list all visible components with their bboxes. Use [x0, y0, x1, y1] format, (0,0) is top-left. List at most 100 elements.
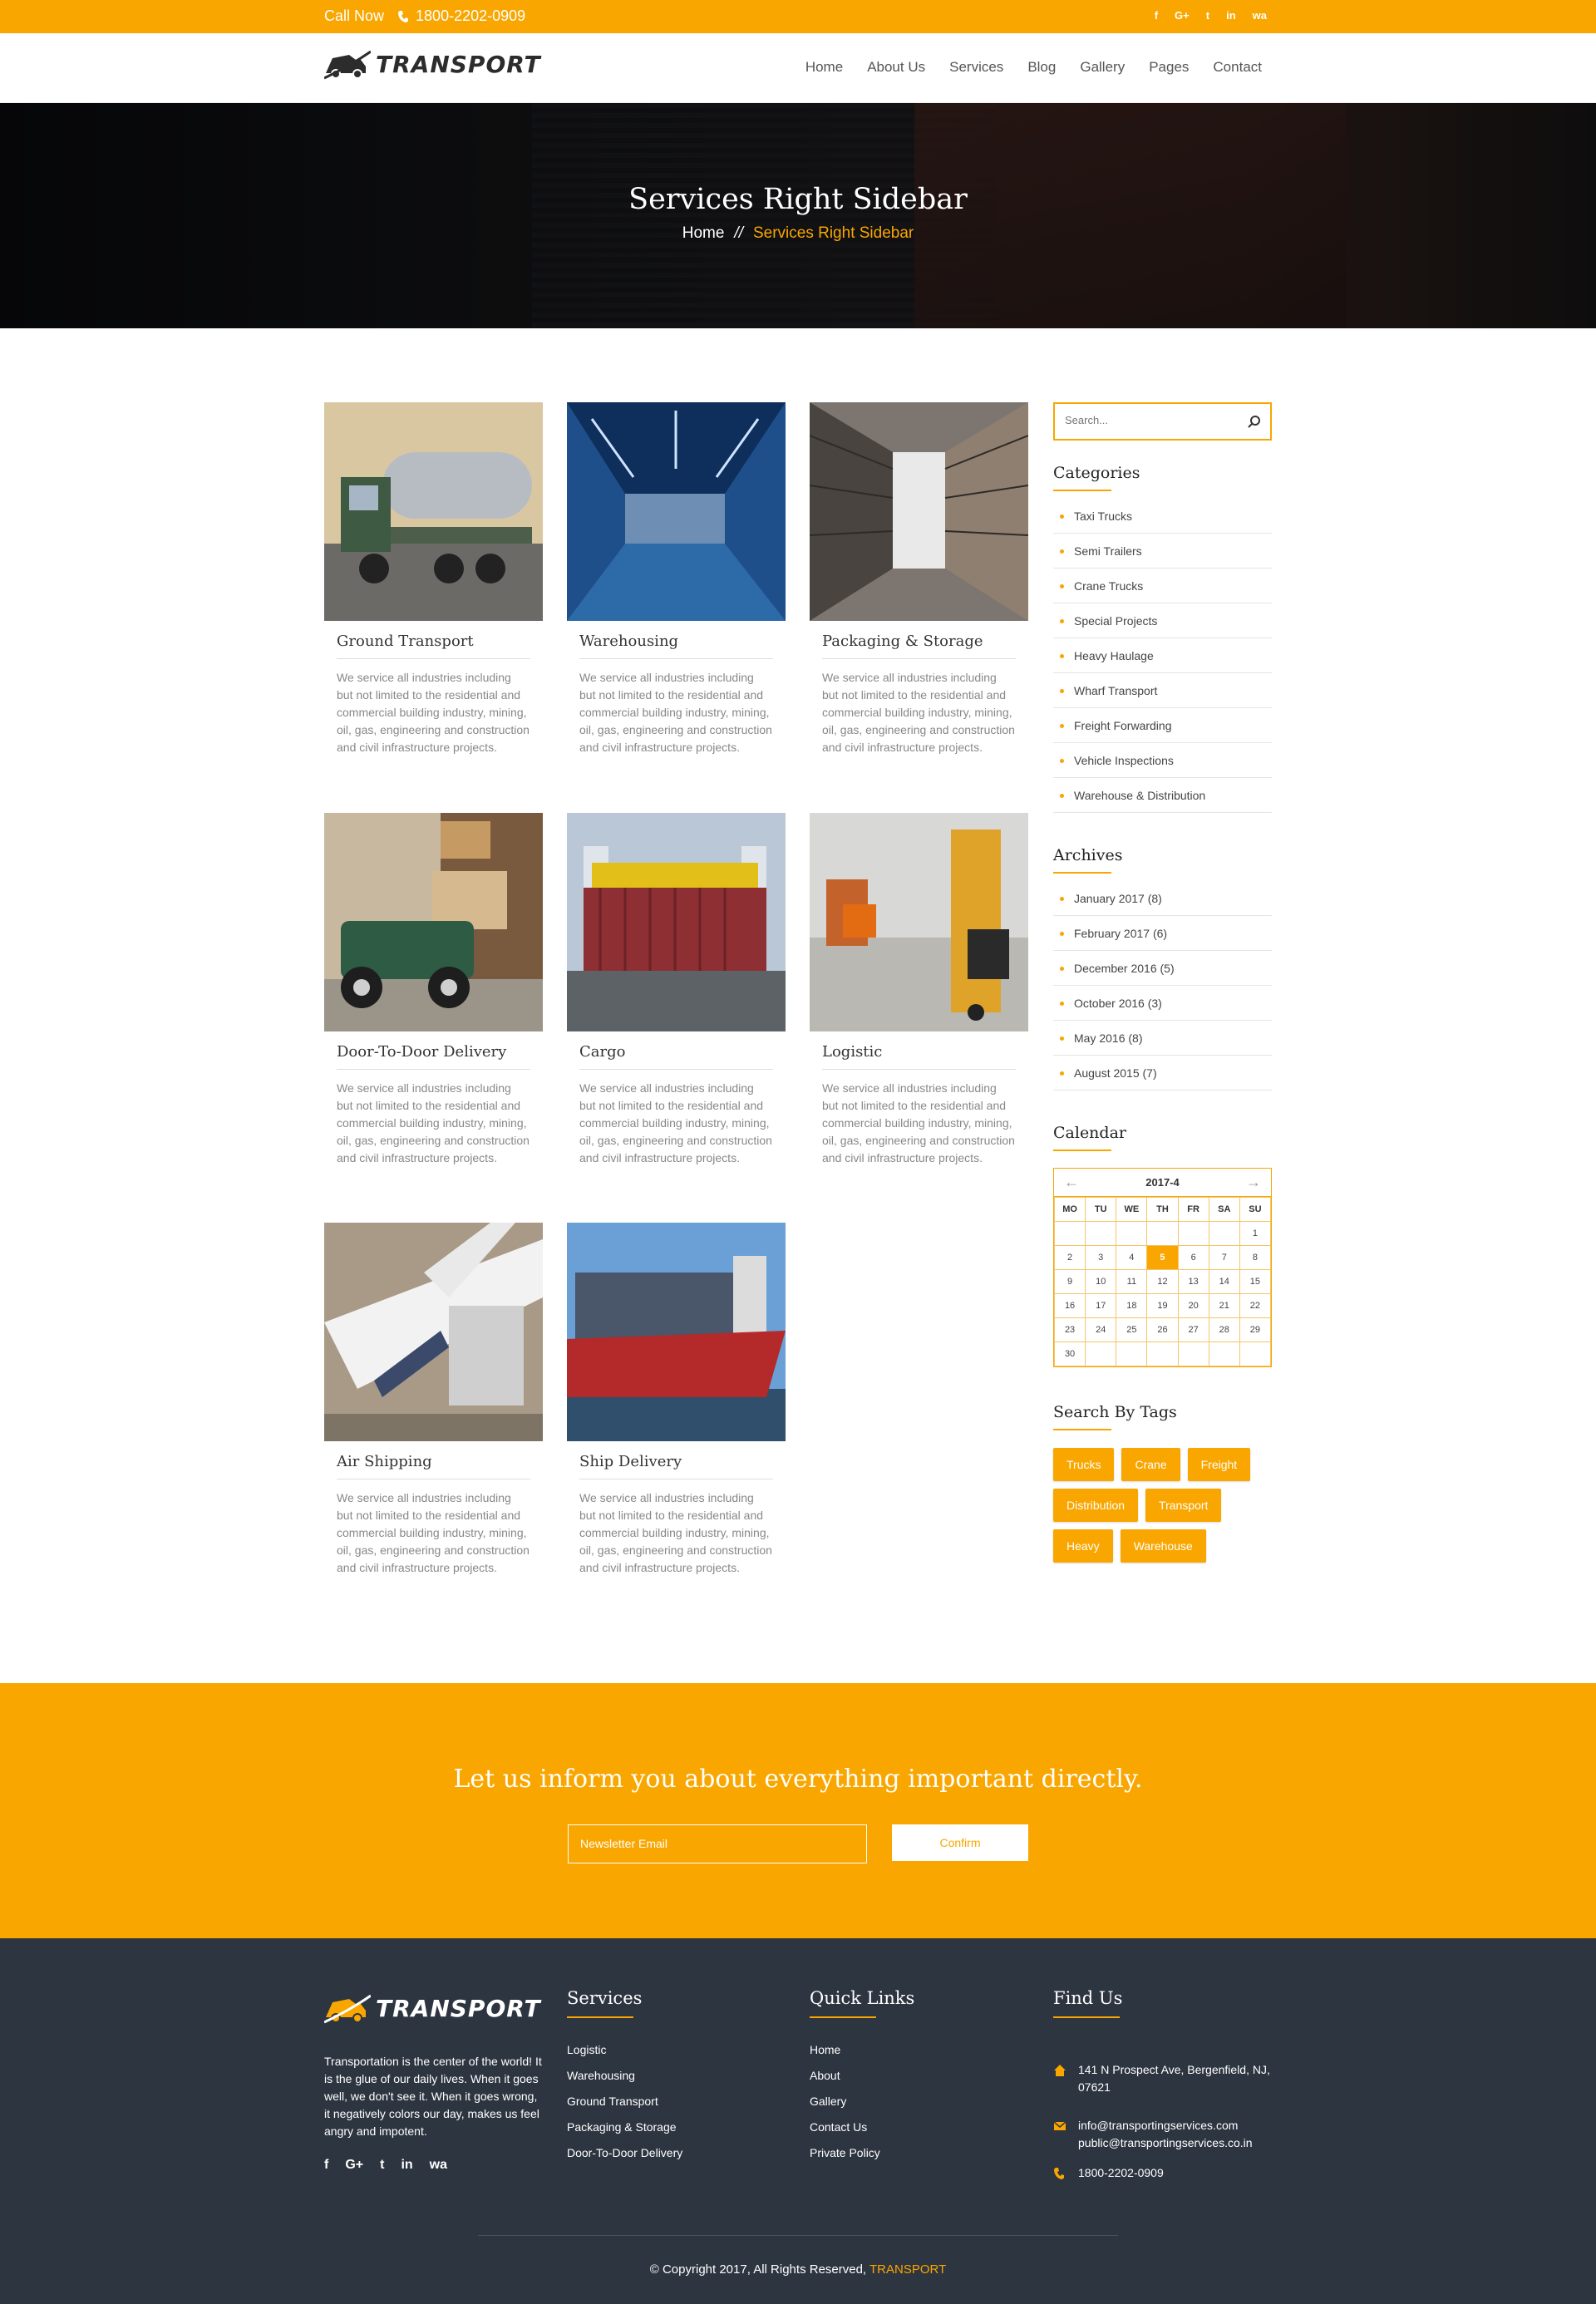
- service-image[interactable]: [324, 402, 543, 621]
- archive-item[interactable]: October 2016 (3): [1053, 986, 1272, 1021]
- service-image[interactable]: [567, 1223, 786, 1441]
- service-image[interactable]: [324, 813, 543, 1031]
- service-title[interactable]: Logistic: [822, 1043, 1016, 1070]
- footer-link[interactable]: Contact Us: [810, 2119, 914, 2144]
- service-card[interactable]: Ground Transport We service all industri…: [324, 402, 543, 756]
- search-icon[interactable]: [1247, 414, 1262, 429]
- service-image[interactable]: [810, 402, 1028, 621]
- service-image[interactable]: [324, 1223, 543, 1441]
- email-link[interactable]: info@transportingservices.com: [1078, 2117, 1253, 2134]
- footer-link[interactable]: About: [810, 2067, 914, 2093]
- calendar-day[interactable]: 27: [1177, 1317, 1209, 1342]
- service-image[interactable]: [567, 813, 786, 1031]
- footer-link[interactable]: Gallery: [810, 2093, 914, 2119]
- service-card[interactable]: Door-To-Door Delivery We service all ind…: [324, 813, 543, 1167]
- nav-home[interactable]: Home: [805, 59, 843, 76]
- whatsapp-icon[interactable]: wa: [430, 2158, 447, 2173]
- service-title[interactable]: Cargo: [579, 1043, 773, 1070]
- email-link[interactable]: public@transportingservices.co.in: [1078, 2134, 1253, 2152]
- calendar-day[interactable]: 3: [1085, 1245, 1117, 1270]
- archive-item[interactable]: December 2016 (5): [1053, 951, 1272, 986]
- category-item[interactable]: Semi Trailers: [1053, 534, 1272, 569]
- nav-blog[interactable]: Blog: [1027, 59, 1056, 76]
- category-item[interactable]: Taxi Trucks: [1053, 499, 1272, 534]
- logo[interactable]: TRANSPORT: [324, 48, 541, 80]
- service-card[interactable]: Air Shipping We service all industries i…: [324, 1223, 543, 1577]
- google-plus-icon[interactable]: G+: [345, 2158, 363, 2173]
- calendar-day[interactable]: 12: [1146, 1269, 1179, 1294]
- nav-gallery[interactable]: Gallery: [1080, 59, 1125, 76]
- calendar-day[interactable]: 30: [1053, 1342, 1086, 1366]
- calendar-day[interactable]: 2: [1053, 1245, 1086, 1270]
- category-item[interactable]: Special Projects: [1053, 603, 1272, 638]
- newsletter-email-input[interactable]: Newsletter Email: [568, 1824, 867, 1863]
- service-title[interactable]: Warehousing: [579, 633, 773, 659]
- service-title[interactable]: Door-To-Door Delivery: [337, 1043, 530, 1070]
- google-plus-icon[interactable]: G+: [1175, 9, 1190, 22]
- service-card[interactable]: Cargo We service all industries includin…: [567, 813, 786, 1167]
- category-item[interactable]: Wharf Transport: [1053, 673, 1272, 708]
- calendar-day[interactable]: 9: [1053, 1269, 1086, 1294]
- calendar-day[interactable]: 20: [1177, 1293, 1209, 1318]
- service-card[interactable]: Warehousing We service all industries in…: [567, 402, 786, 756]
- footer-service-link[interactable]: Ground Transport: [567, 2093, 682, 2119]
- calendar-day[interactable]: 25: [1116, 1317, 1148, 1342]
- category-item[interactable]: Heavy Haulage: [1053, 638, 1272, 673]
- search-input[interactable]: [1065, 414, 1231, 426]
- calendar-day[interactable]: 22: [1239, 1293, 1272, 1318]
- calendar-day[interactable]: 6: [1177, 1245, 1209, 1270]
- linkedin-icon[interactable]: in: [1226, 9, 1236, 22]
- service-title[interactable]: Packaging & Storage: [822, 633, 1016, 659]
- calendar-day[interactable]: 11: [1116, 1269, 1148, 1294]
- nav-services[interactable]: Services: [949, 59, 1003, 76]
- archive-item[interactable]: May 2016 (8): [1053, 1021, 1272, 1056]
- tag-crane[interactable]: Crane: [1121, 1448, 1180, 1481]
- breadcrumb-home[interactable]: Home: [682, 224, 725, 242]
- service-card[interactable]: Logistic We service all industries inclu…: [810, 813, 1028, 1167]
- footer-logo[interactable]: TRANSPORT: [324, 1992, 541, 2024]
- tag-transport[interactable]: Transport: [1145, 1489, 1222, 1522]
- calendar-day[interactable]: 8: [1239, 1245, 1272, 1270]
- archive-item[interactable]: February 2017 (6): [1053, 916, 1272, 951]
- footer-service-link[interactable]: Packaging & Storage: [567, 2119, 682, 2144]
- calendar-day[interactable]: 24: [1085, 1317, 1117, 1342]
- category-item[interactable]: Vehicle Inspections: [1053, 743, 1272, 778]
- calendar-day[interactable]: 15: [1239, 1269, 1272, 1294]
- category-item[interactable]: Warehouse & Distribution: [1053, 778, 1272, 813]
- category-item[interactable]: Crane Trucks: [1053, 569, 1272, 603]
- tag-trucks[interactable]: Trucks: [1053, 1448, 1115, 1481]
- confirm-button[interactable]: Confirm: [892, 1824, 1028, 1861]
- calendar-next-icon[interactable]: →: [1246, 1174, 1261, 1191]
- tag-warehouse[interactable]: Warehouse: [1120, 1529, 1206, 1563]
- service-title[interactable]: Air Shipping: [337, 1453, 530, 1479]
- calendar-today[interactable]: 5: [1146, 1245, 1179, 1270]
- footer-link[interactable]: Home: [810, 2041, 914, 2067]
- whatsapp-icon[interactable]: wa: [1253, 9, 1267, 22]
- calendar-prev-icon[interactable]: ←: [1064, 1174, 1079, 1191]
- service-card[interactable]: Ship Delivery We service all industries …: [567, 1223, 786, 1577]
- calendar-day[interactable]: 29: [1239, 1317, 1272, 1342]
- footer-service-link[interactable]: Door-To-Door Delivery: [567, 2144, 682, 2170]
- calendar-day[interactable]: 18: [1116, 1293, 1148, 1318]
- phone-link[interactable]: 1800-2202-0909: [397, 7, 525, 25]
- tag-distribution[interactable]: Distribution: [1053, 1489, 1139, 1522]
- nav-pages[interactable]: Pages: [1149, 59, 1189, 76]
- calendar-day[interactable]: 14: [1208, 1269, 1240, 1294]
- footer-link[interactable]: Private Policy: [810, 2144, 914, 2170]
- twitter-icon[interactable]: t: [1206, 9, 1209, 22]
- nav-about[interactable]: About Us: [867, 59, 925, 76]
- calendar-day[interactable]: 13: [1177, 1269, 1209, 1294]
- linkedin-icon[interactable]: in: [401, 2158, 412, 2173]
- service-image[interactable]: [810, 813, 1028, 1031]
- copyright-brand[interactable]: TRANSPORT: [869, 2262, 946, 2277]
- calendar-day[interactable]: 26: [1146, 1317, 1179, 1342]
- footer-service-link[interactable]: Warehousing: [567, 2067, 682, 2093]
- service-title[interactable]: Ship Delivery: [579, 1453, 773, 1479]
- service-card[interactable]: Packaging & Storage We service all indus…: [810, 402, 1028, 756]
- nav-contact[interactable]: Contact: [1213, 59, 1262, 76]
- calendar-day[interactable]: 17: [1085, 1293, 1117, 1318]
- calendar-day[interactable]: 4: [1116, 1245, 1148, 1270]
- calendar-day[interactable]: 19: [1146, 1293, 1179, 1318]
- facebook-icon[interactable]: f: [1155, 9, 1158, 22]
- archive-item[interactable]: August 2015 (7): [1053, 1056, 1272, 1090]
